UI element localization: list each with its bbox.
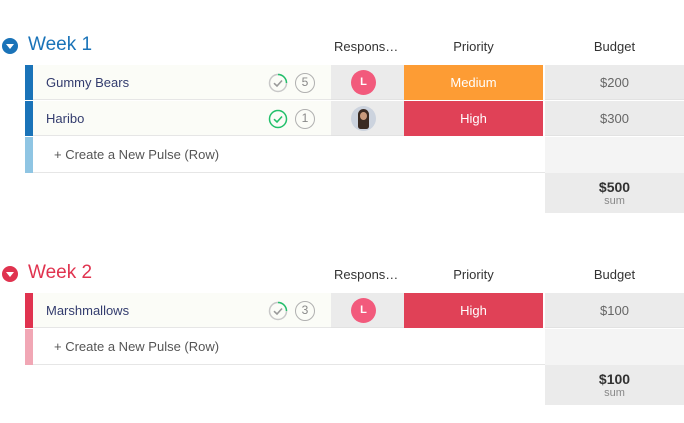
column-header-priority[interactable]: Priority [404, 267, 543, 282]
priority-cell[interactable]: High [404, 101, 543, 136]
pulse-name[interactable]: Gummy Bears [46, 75, 129, 90]
sum-label: sum [604, 387, 625, 399]
add-pulse-input[interactable]: + Create a New Pulse (Row) [33, 137, 545, 173]
row-color-bar [25, 329, 33, 365]
collapse-toggle-icon[interactable] [2, 38, 18, 54]
updates-count-badge[interactable]: 3 [295, 301, 315, 321]
row-color-bar [25, 137, 33, 173]
updates-count-badge[interactable]: 5 [295, 73, 315, 93]
priority-cell[interactable]: High [404, 293, 543, 328]
pulse-name[interactable]: Marshmallows [46, 303, 129, 318]
sum-label: sum [604, 195, 625, 207]
group-header: Week 1 Respons… Priority Budget [0, 28, 684, 64]
pulse-row[interactable]: Gummy Bears 5 L Medium $200 [25, 65, 684, 101]
avatar: L [351, 70, 376, 95]
status-done-check-icon[interactable] [268, 109, 288, 129]
status-check-icon[interactable] [268, 73, 288, 93]
status-check-icon[interactable] [268, 301, 288, 321]
row-color-bar [25, 101, 33, 136]
pulse-row[interactable]: Haribo 1 High $300 [25, 101, 684, 137]
add-pulse-input[interactable]: + Create a New Pulse (Row) [33, 329, 545, 365]
row-color-bar [25, 293, 33, 328]
add-row-budget-cell [545, 329, 684, 365]
add-pulse-row[interactable]: + Create a New Pulse (Row) [25, 329, 684, 365]
column-header-priority[interactable]: Priority [404, 39, 543, 54]
column-header-budget[interactable]: Budget [545, 39, 684, 54]
sum-value: $500 [598, 179, 631, 195]
collapse-toggle-icon[interactable] [2, 266, 18, 282]
column-header-responsible[interactable]: Respons… [331, 39, 404, 54]
updates-count-badge[interactable]: 1 [295, 109, 315, 129]
avatar-photo [351, 106, 376, 131]
sum-value: $100 [598, 371, 631, 387]
column-header-responsible[interactable]: Respons… [331, 267, 404, 282]
budget-cell[interactable]: $300 [545, 101, 684, 136]
budget-cell[interactable]: $200 [545, 65, 684, 100]
budget-sum-cell: $500 sum [545, 173, 684, 213]
priority-cell[interactable]: Medium [404, 65, 543, 100]
row-color-bar [25, 65, 33, 100]
group-header: Week 2 Respons… Priority Budget [0, 256, 684, 292]
responsible-cell[interactable]: L [331, 65, 404, 100]
responsible-cell[interactable]: L [331, 293, 404, 328]
budget-cell[interactable]: $100 [545, 293, 684, 328]
group-title[interactable]: Week 1 [28, 34, 92, 56]
pulse-row[interactable]: Marshmallows 3 L High $100 [25, 293, 684, 329]
pulse-name[interactable]: Haribo [46, 111, 84, 126]
budget-sum-cell: $100 sum [545, 365, 684, 405]
add-row-budget-cell [545, 137, 684, 173]
responsible-cell[interactable] [331, 101, 404, 136]
add-pulse-row[interactable]: + Create a New Pulse (Row) [25, 137, 684, 173]
column-header-budget[interactable]: Budget [545, 267, 684, 282]
avatar: L [351, 298, 376, 323]
group-title[interactable]: Week 2 [28, 262, 92, 284]
pulse-name-cell[interactable]: Marshmallows 3 [33, 293, 355, 328]
pulse-name-cell[interactable]: Gummy Bears 5 [33, 65, 355, 100]
pulse-name-cell[interactable]: Haribo 1 [33, 101, 355, 136]
